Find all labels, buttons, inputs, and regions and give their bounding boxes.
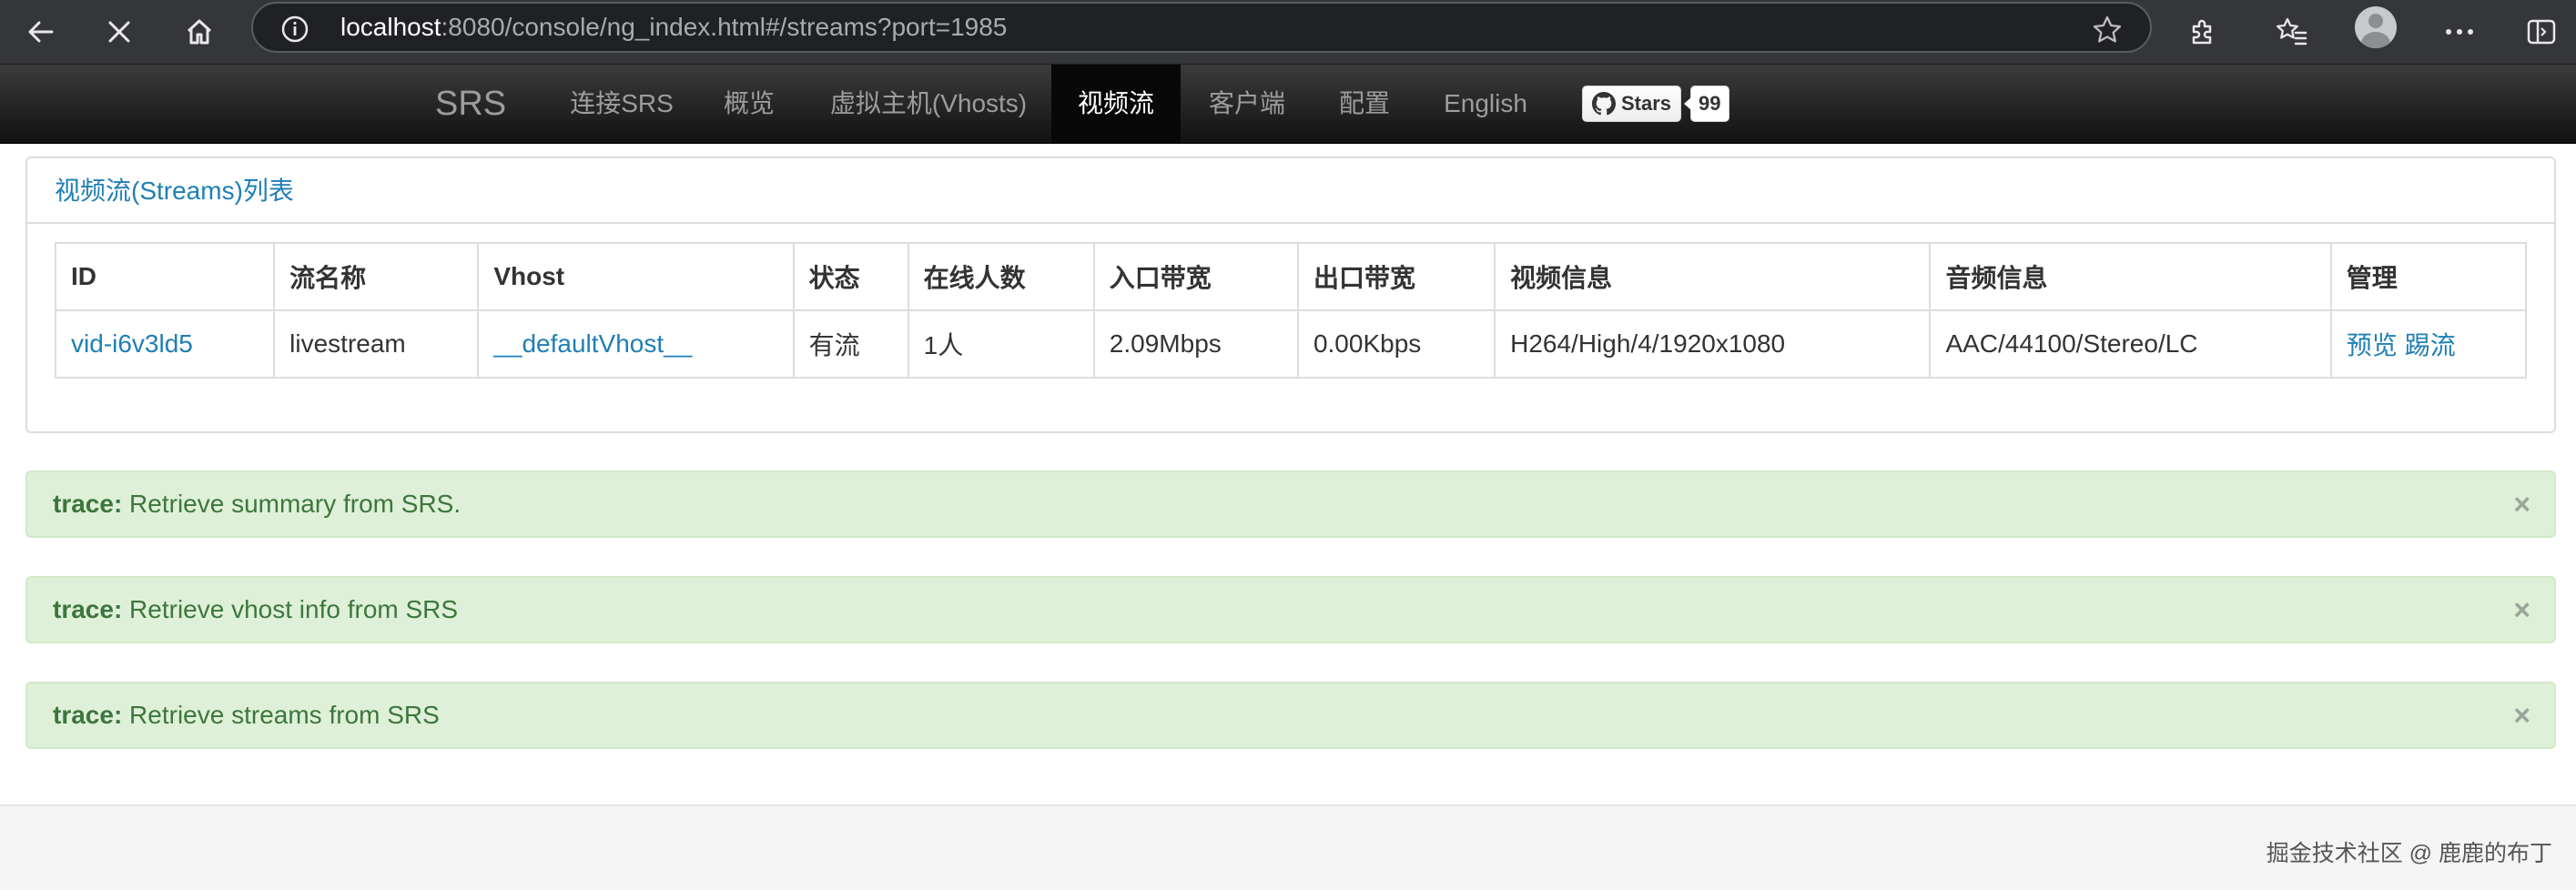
actions-cell: 预览 踢流 [2329, 309, 2528, 379]
alert-level: trace: [53, 595, 123, 623]
kick-stream-link[interactable]: 踢流 [2405, 331, 2456, 359]
alert-message: Retrieve streams from SRS [122, 701, 440, 729]
more-icon[interactable] [2432, 0, 2487, 64]
alert-trace: trace: Retrieve streams from SRS × [25, 682, 2556, 749]
streams-panel: 视频流(Streams)列表 ID 流名称 Vhost 状态 在线人数 入口带宽… [25, 157, 2556, 433]
stream-id-cell: vid-i6v3ld5 [54, 309, 276, 379]
browser-toolbar: localhost:8080/console/ng_index.html#/st… [0, 0, 2576, 65]
column-header: 音频信息 [1929, 242, 2332, 311]
github-stars-widget[interactable]: Stars 99 [1582, 86, 1729, 122]
column-header: 入口带宽 [1092, 242, 1299, 311]
alert-level: trace: [53, 701, 123, 729]
github-stars-button[interactable]: Stars [1582, 86, 1682, 122]
nav-connect-srs[interactable]: 连接SRS [555, 65, 688, 143]
column-header: 状态 [792, 242, 909, 311]
alert-level: trace: [53, 490, 123, 518]
audio-info-cell: AAC/44100/Stereo/LC [1929, 309, 2332, 379]
column-header: ID [54, 242, 276, 311]
column-header: 出口带宽 [1296, 242, 1496, 311]
alert-close-button[interactable]: × [2513, 578, 2530, 642]
nav-vhosts[interactable]: 虚拟主机(Vhosts) [816, 65, 1041, 143]
column-header: Vhost [477, 242, 795, 311]
video-info-cell: H264/High/4/1920x1080 [1494, 309, 1932, 379]
favorites-icon[interactable] [2265, 0, 2319, 64]
url-text[interactable]: localhost:8080/console/ng_index.html#/st… [340, 4, 1007, 51]
column-header: 视频信息 [1494, 242, 1932, 311]
nav-config[interactable]: 配置 [1318, 65, 1411, 143]
nav-clients[interactable]: 客户端 [1198, 65, 1296, 143]
profile-avatar[interactable] [2355, 6, 2397, 48]
star-icon[interactable] [2092, 15, 2123, 50]
nav-english[interactable]: English [1431, 65, 1540, 143]
alert-message: Retrieve summary from SRS. [122, 490, 461, 518]
table-header-row: ID 流名称 Vhost 状态 在线人数 入口带宽 出口带宽 视频信息 音频信息… [54, 242, 2528, 311]
github-stars-count[interactable]: 99 [1683, 86, 1729, 122]
back-arrow-icon[interactable] [13, 0, 67, 64]
clients-cell: 1人 [907, 309, 1095, 379]
sidebar-icon[interactable] [2514, 0, 2569, 64]
nav-streams[interactable]: 视频流 [1051, 65, 1181, 143]
info-icon[interactable] [280, 15, 309, 48]
vhost-cell: __defaultVhost__ [477, 309, 795, 379]
github-stars-label: Stars [1621, 92, 1672, 115]
watermark: 掘金技术社区 @ 鹿鹿的布丁 [2266, 841, 2552, 866]
send-bandwidth-cell: 0.00Kbps [1296, 309, 1496, 379]
preview-link[interactable]: 预览 [2347, 331, 2398, 359]
streams-table: ID 流名称 Vhost 状态 在线人数 入口带宽 出口带宽 视频信息 音频信息… [54, 242, 2528, 379]
alert-trace: trace: Retrieve summary from SRS. × [25, 470, 2556, 538]
panel-title: 视频流(Streams)列表 [27, 158, 2554, 224]
alert-close-button[interactable]: × [2513, 683, 2530, 747]
brand-logo[interactable]: SRS [435, 65, 506, 143]
stream-name-cell: livestream [273, 309, 480, 379]
recv-bandwidth-cell: 2.09Mbps [1092, 309, 1299, 379]
status-cell: 有流 [792, 309, 909, 379]
top-navbar: SRS 连接SRS 概览 虚拟主机(Vhosts) 视频流 客户端 配置 Eng… [0, 65, 2576, 144]
column-header: 管理 [2329, 242, 2528, 311]
vhost-link[interactable]: __defaultVhost__ [493, 329, 692, 358]
github-icon [1592, 92, 1616, 116]
alert-trace: trace: Retrieve vhost info from SRS × [25, 576, 2556, 643]
home-icon[interactable] [172, 0, 227, 64]
close-icon[interactable] [92, 0, 147, 64]
nav-overview[interactable]: 概览 [710, 65, 788, 143]
page-footer [0, 804, 2576, 890]
column-header: 在线人数 [907, 242, 1095, 311]
alert-close-button[interactable]: × [2513, 472, 2530, 536]
extensions-icon[interactable] [2175, 0, 2230, 64]
stream-id-link[interactable]: vid-i6v3ld5 [71, 329, 193, 358]
address-bar[interactable]: localhost:8080/console/ng_index.html#/st… [251, 2, 2152, 53]
alert-message: Retrieve vhost info from SRS [122, 595, 459, 623]
column-header: 流名称 [273, 242, 480, 311]
table-row: vid-i6v3ld5 livestream __defaultVhost__ … [54, 309, 2528, 379]
